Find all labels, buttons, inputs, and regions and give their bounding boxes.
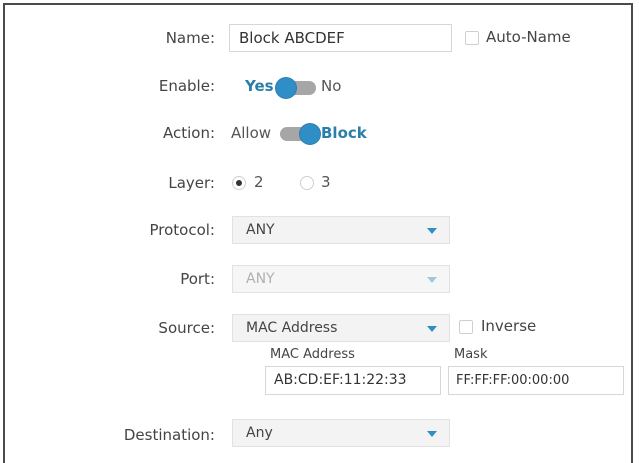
port-select: ANY [232, 265, 450, 293]
chevron-down-icon [427, 228, 437, 234]
enable-toggle-knob [276, 78, 296, 98]
mask-input[interactable]: FF:FF:FF:00:00:00 [448, 366, 624, 395]
inverse-label: Inverse [481, 317, 537, 335]
source-select[interactable]: MAC Address [232, 314, 450, 342]
action-label: Action: [162, 124, 215, 142]
chevron-down-icon [427, 431, 437, 437]
auto-name-checkbox[interactable] [465, 31, 479, 45]
action-block-label[interactable]: Block [321, 124, 367, 142]
protocol-label: Protocol: [149, 221, 215, 239]
mac-address-input[interactable]: AB:CD:EF:11:22:33 [265, 366, 441, 395]
chevron-down-icon [427, 326, 437, 332]
port-value: ANY [246, 271, 275, 287]
source-label: Source: [158, 319, 215, 337]
source-value: MAC Address [246, 320, 338, 336]
action-allow-label[interactable]: Allow [231, 124, 271, 142]
destination-select[interactable]: Any [232, 419, 450, 447]
enable-no-label[interactable]: No [321, 77, 341, 95]
name-input[interactable]: Block ABCDEF [229, 24, 452, 52]
port-label: Port: [180, 270, 215, 288]
layer-label: Layer: [168, 174, 215, 192]
destination-value: Any [246, 425, 273, 441]
enable-yes-label[interactable]: Yes [245, 77, 274, 95]
enable-toggle[interactable] [276, 77, 320, 99]
layer-3-radio[interactable] [300, 176, 314, 190]
chevron-down-icon [427, 277, 437, 283]
mac-address-label: MAC Address [270, 347, 355, 362]
layer-3-label: 3 [321, 173, 331, 191]
auto-name-label: Auto-Name [486, 28, 571, 46]
action-toggle[interactable] [280, 123, 324, 145]
action-toggle-knob [300, 124, 320, 144]
destination-label: Destination: [123, 426, 215, 444]
protocol-select[interactable]: ANY [232, 216, 450, 244]
mask-label: Mask [454, 347, 488, 362]
protocol-value: ANY [246, 222, 275, 238]
layer-2-label: 2 [254, 173, 264, 191]
enable-label: Enable: [158, 77, 215, 95]
layer-2-radio[interactable] [232, 176, 246, 190]
inverse-checkbox[interactable] [459, 320, 473, 334]
name-label: Name: [165, 29, 215, 47]
